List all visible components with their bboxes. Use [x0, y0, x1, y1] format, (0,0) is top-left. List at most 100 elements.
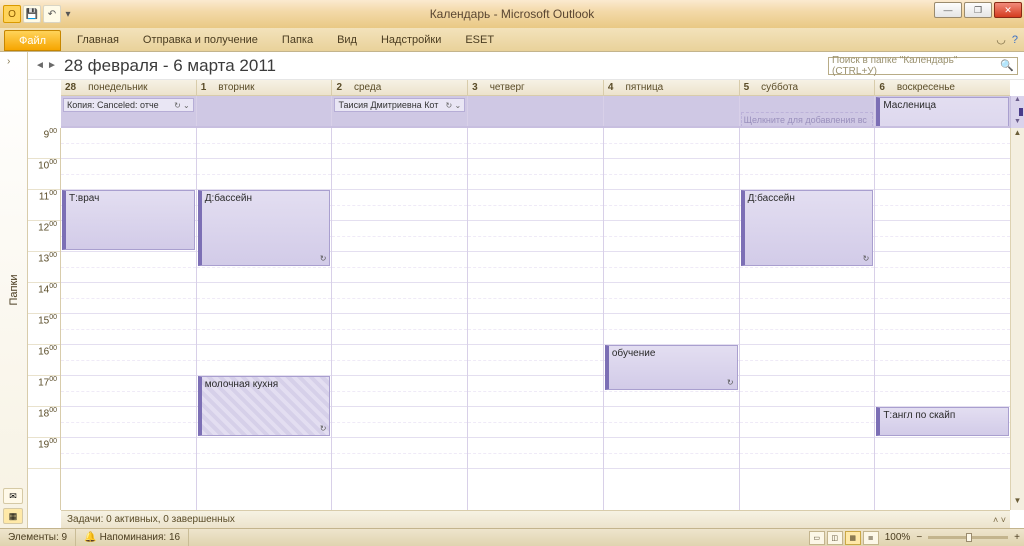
scroll-down-icon[interactable]: ▼ [1011, 118, 1024, 128]
allday-thu[interactable] [468, 96, 604, 126]
help-icon[interactable]: ? [1012, 34, 1018, 46]
scroll-up-icon[interactable]: ▲ [1011, 96, 1024, 106]
allday-fri[interactable] [604, 96, 740, 126]
allday-scrollbar[interactable]: ▲ ▼ [1010, 96, 1024, 128]
search-icon[interactable]: 🔍 [1000, 59, 1014, 72]
status-bar: Элементы: 9 🔔Напоминания: 16 ▭ ◫ ▦ ≣ 100… [0, 528, 1024, 546]
time-gutter: 9001000110012001300140015001600170018001… [28, 128, 61, 510]
allday-sat[interactable]: Щелкните для добавления вс [740, 96, 876, 126]
calendar-header: ◄ ► 28 февраля - 6 марта 2011 Поиск в па… [28, 52, 1024, 80]
day-header-fri[interactable]: 4пятница [604, 80, 740, 95]
tab-view[interactable]: Вид [325, 28, 369, 51]
folder-pane-label: Папки [8, 275, 20, 306]
view-reading-button[interactable]: ◫ [827, 531, 843, 545]
tab-folder[interactable]: Папка [270, 28, 325, 51]
expand-folder-pane-icon[interactable]: › [7, 56, 10, 67]
appointment-title: Т:англ по скайп [883, 410, 955, 421]
allday-event[interactable]: Таисия Дмитриевна Кот↻ ⌄ [334, 98, 465, 112]
minimize-button[interactable]: — [934, 2, 962, 18]
tab-home[interactable]: Главная [65, 28, 131, 51]
time-label: 1500 [28, 314, 60, 345]
appointment-title: Д:бассейн [205, 193, 252, 204]
appointment[interactable]: Масленица [876, 97, 1009, 126]
qat-dropdown-icon[interactable]: ▾ [63, 5, 73, 23]
appointment-title: Т:врач [69, 193, 99, 204]
time-label: 1000 [28, 159, 60, 190]
chevron-up-icon[interactable]: ˄ ˅ [993, 515, 1006, 525]
file-tab[interactable]: Файл [4, 30, 61, 51]
appointment[interactable]: Т:англ по скайп [876, 407, 1009, 436]
window-controls: — ❐ ✕ [934, 2, 1022, 18]
zoom-slider[interactable] [928, 536, 1008, 539]
save-icon[interactable]: 💾 [23, 5, 41, 23]
appointment-title: Масленица [883, 100, 936, 111]
tab-eset[interactable]: ESET [453, 28, 506, 51]
search-input[interactable]: Поиск в папке "Календарь" (CTRL+У) 🔍 [828, 57, 1018, 75]
day-header-thu[interactable]: 3четверг [468, 80, 604, 95]
close-button[interactable]: ✕ [994, 2, 1022, 18]
ribbon-minimize-icon[interactable]: ◡ [996, 33, 1006, 46]
day-column[interactable]: Т:врач [61, 128, 197, 510]
day-header-sun[interactable]: 6воскресенье [875, 80, 1010, 95]
recurrence-icon: ↻ ⌄ [174, 101, 190, 110]
undo-icon[interactable]: ↶ [43, 5, 61, 23]
scroll-down-icon[interactable]: ▼ [1011, 496, 1024, 510]
time-label: 1700 [28, 376, 60, 407]
date-range: 28 февраля - 6 марта 2011 [64, 56, 276, 76]
day-column[interactable] [468, 128, 604, 510]
scroll-up-icon[interactable]: ▲ [1011, 128, 1024, 142]
time-label: 1100 [28, 190, 60, 221]
zoom-label: 100% [885, 532, 911, 543]
recurrence-icon: ↻ ⌄ [446, 101, 462, 110]
vertical-scrollbar[interactable]: ▲ ▼ [1010, 128, 1024, 510]
appointment[interactable]: Т:врач [62, 190, 195, 250]
time-label: 1200 [28, 221, 60, 252]
window-title: Календарь - Microsoft Outlook [430, 7, 595, 21]
tab-addins[interactable]: Надстройки [369, 28, 453, 51]
day-header-wed[interactable]: 2среда [332, 80, 468, 95]
allday-event[interactable]: Копия: Canceled: отче↻ ⌄ [63, 98, 194, 112]
allday-tue[interactable] [197, 96, 333, 126]
zoom-out-button[interactable]: − [916, 532, 922, 543]
day-column[interactable]: Д:бассейн↻ молочная кухня↻ [197, 128, 333, 510]
view-normal-button[interactable]: ▭ [809, 531, 825, 545]
tasks-summary: Задачи: 0 активных, 0 завершенных [67, 514, 235, 525]
maximize-button[interactable]: ❐ [964, 2, 992, 18]
allday-wed[interactable]: Таисия Дмитриевна Кот↻ ⌄ [332, 96, 468, 126]
prev-week-button[interactable]: ◄ [34, 60, 46, 71]
outlook-icon[interactable]: O [3, 5, 21, 23]
allday-sun[interactable]: Масленица [875, 96, 1010, 126]
view-calendar-button[interactable]: ▦ [845, 531, 861, 545]
add-event-placeholder[interactable]: Щелкните для добавления вс [741, 112, 874, 126]
appointment[interactable]: Д:бассейн↻ [198, 190, 331, 266]
day-column[interactable]: Д:бассейн ↻ [740, 128, 876, 510]
main-area: › Папки ✉ ▦ ◄ ► 28 февраля - 6 марта 201… [0, 52, 1024, 528]
status-reminders[interactable]: 🔔Напоминания: 16 [76, 529, 189, 546]
day-column[interactable] [332, 128, 468, 510]
allday-mon[interactable]: Копия: Canceled: отче↻ ⌄ [61, 96, 197, 126]
appointment-title: обучение [612, 348, 656, 359]
appointment[interactable]: Д:бассейн ↻ [741, 190, 874, 266]
day-column[interactable]: обучение ↻ [604, 128, 740, 510]
tasks-bar[interactable]: Задачи: 0 активных, 0 завершенных ˄ ˅ [61, 510, 1010, 528]
mail-module-icon[interactable]: ✉ [3, 488, 23, 504]
bell-icon: 🔔 [84, 532, 96, 543]
recurrence-icon: ↻ [727, 378, 734, 387]
tab-send-receive[interactable]: Отправка и получение [131, 28, 270, 51]
ribbon-tabs: Файл Главная Отправка и получение Папка … [0, 28, 1024, 52]
day-column[interactable]: Т:англ по скайпТ:англ по скайп [875, 128, 1010, 510]
appointment[interactable]: обучение ↻ [605, 345, 738, 390]
view-list-button[interactable]: ≣ [863, 531, 879, 545]
appointment[interactable]: молочная кухня↻ [198, 376, 331, 436]
day-header-mon[interactable]: 28понедельник [61, 80, 197, 95]
appointment-title: Д:бассейн [748, 193, 795, 204]
all-day-row: Копия: Canceled: отче↻ ⌄ Таисия Дмитриев… [61, 96, 1010, 128]
schedule-grid[interactable]: Т:врачД:бассейн↻молочная кухня↻обучение↻… [61, 128, 1010, 510]
day-header-tue[interactable]: 1вторник [197, 80, 333, 95]
calendar-module-icon[interactable]: ▦ [3, 508, 23, 524]
zoom-in-button[interactable]: + [1014, 532, 1020, 543]
folder-pane-collapsed[interactable]: › Папки ✉ ▦ [0, 52, 28, 528]
recurrence-icon: ↻ [863, 254, 870, 263]
next-week-button[interactable]: ► [46, 60, 58, 71]
day-header-sat[interactable]: 5суббота [740, 80, 876, 95]
